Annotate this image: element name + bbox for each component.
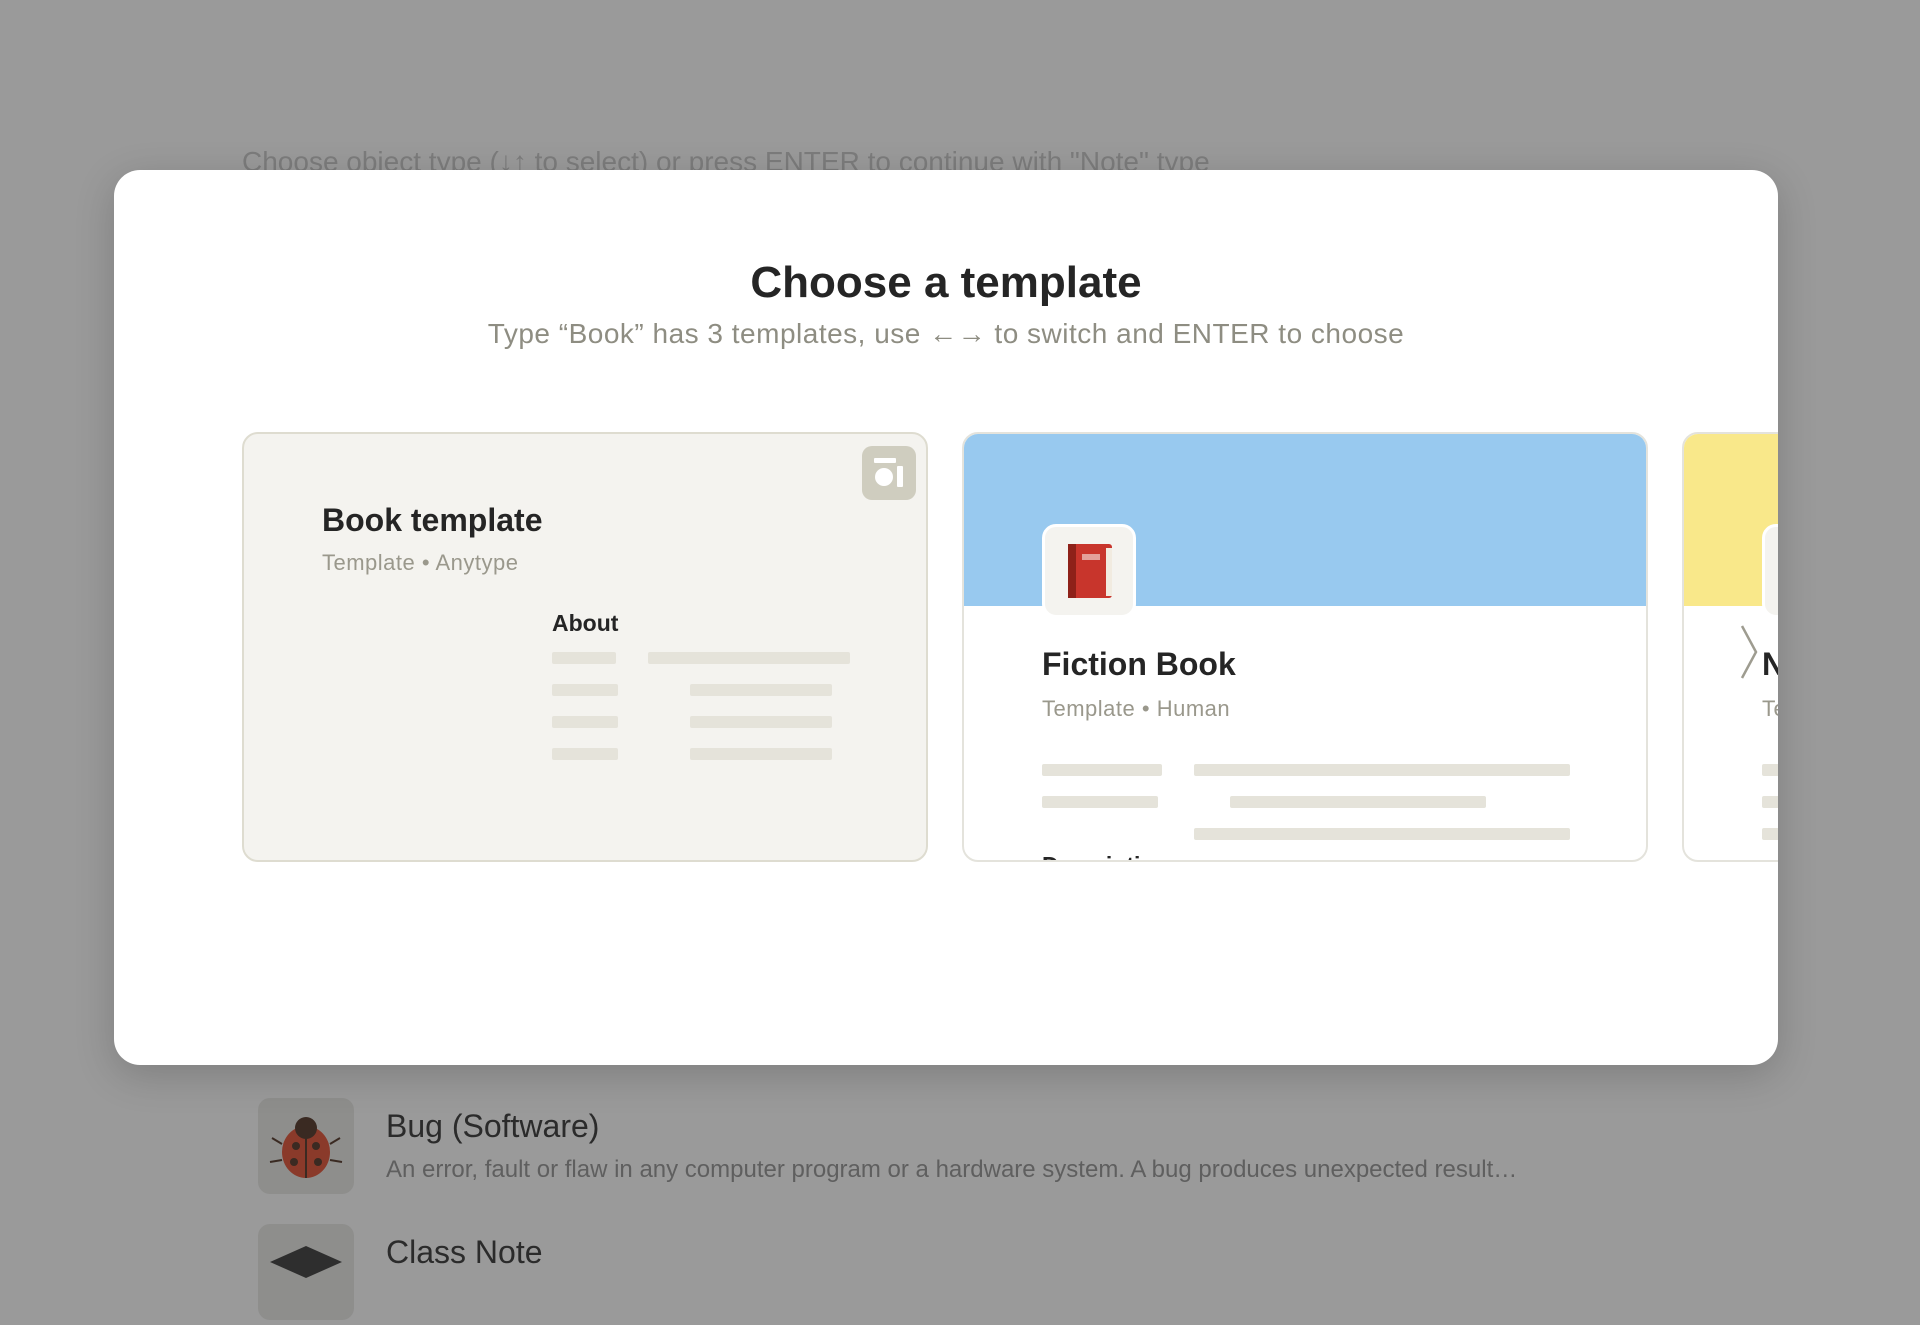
template-section-label: Description (1042, 852, 1169, 860)
template-meta: Te (1762, 696, 1778, 721)
placeholder-line (1194, 828, 1570, 840)
template-meta: Template • Anytype (322, 550, 519, 575)
placeholder-line (1762, 828, 1778, 840)
placeholder-line (1042, 764, 1162, 776)
template-card-book-template[interactable]: Book template Template • Anytype About (242, 432, 928, 862)
modal-subtitle: Type “Book” has 3 templates, use ←→ to s… (487, 318, 1405, 349)
list-item-title: Class Note (386, 1234, 543, 1270)
placeholder-line (648, 652, 850, 664)
placeholder-line (552, 684, 618, 696)
placeholder-line (552, 748, 618, 760)
placeholder-line (690, 684, 832, 696)
placeholder-line (690, 716, 832, 728)
placeholder-line (1042, 796, 1158, 808)
placeholder-line (1762, 796, 1778, 808)
graduation-cap-icon (258, 1224, 354, 1320)
placeholder-line (1762, 764, 1778, 776)
placeholder-line (690, 748, 832, 760)
red-book-icon (1042, 524, 1136, 618)
anytype-logo-icon (862, 446, 916, 500)
template-meta: Template • Human (1042, 696, 1231, 721)
placeholder-line (1230, 796, 1486, 808)
modal-title: Choose a template (750, 258, 1142, 307)
template-object-icon (1762, 524, 1778, 618)
template-title: Book template (322, 502, 543, 538)
ladybug-icon (258, 1098, 354, 1194)
template-section-label: About (552, 610, 619, 636)
list-item-description: An error, fault or flaw in any computer … (386, 1156, 1518, 1183)
placeholder-line (552, 716, 618, 728)
list-item-bug-software[interactable]: Bug (Software) An error, fault or flaw i… (258, 1098, 1758, 1198)
placeholder-line (552, 652, 616, 664)
template-chooser-modal: Choose a template Type “Book” has 3 temp… (114, 170, 1778, 1065)
template-card-fiction-book[interactable]: Fiction Book Template • Human Descriptio… (962, 432, 1648, 862)
placeholder-line (1194, 764, 1570, 776)
list-item-class-note[interactable]: Class Note (258, 1224, 1758, 1324)
template-title: Fiction Book (1042, 646, 1236, 682)
chevron-right-icon[interactable] (1736, 622, 1776, 682)
list-item-title: Bug (Software) (386, 1108, 600, 1144)
